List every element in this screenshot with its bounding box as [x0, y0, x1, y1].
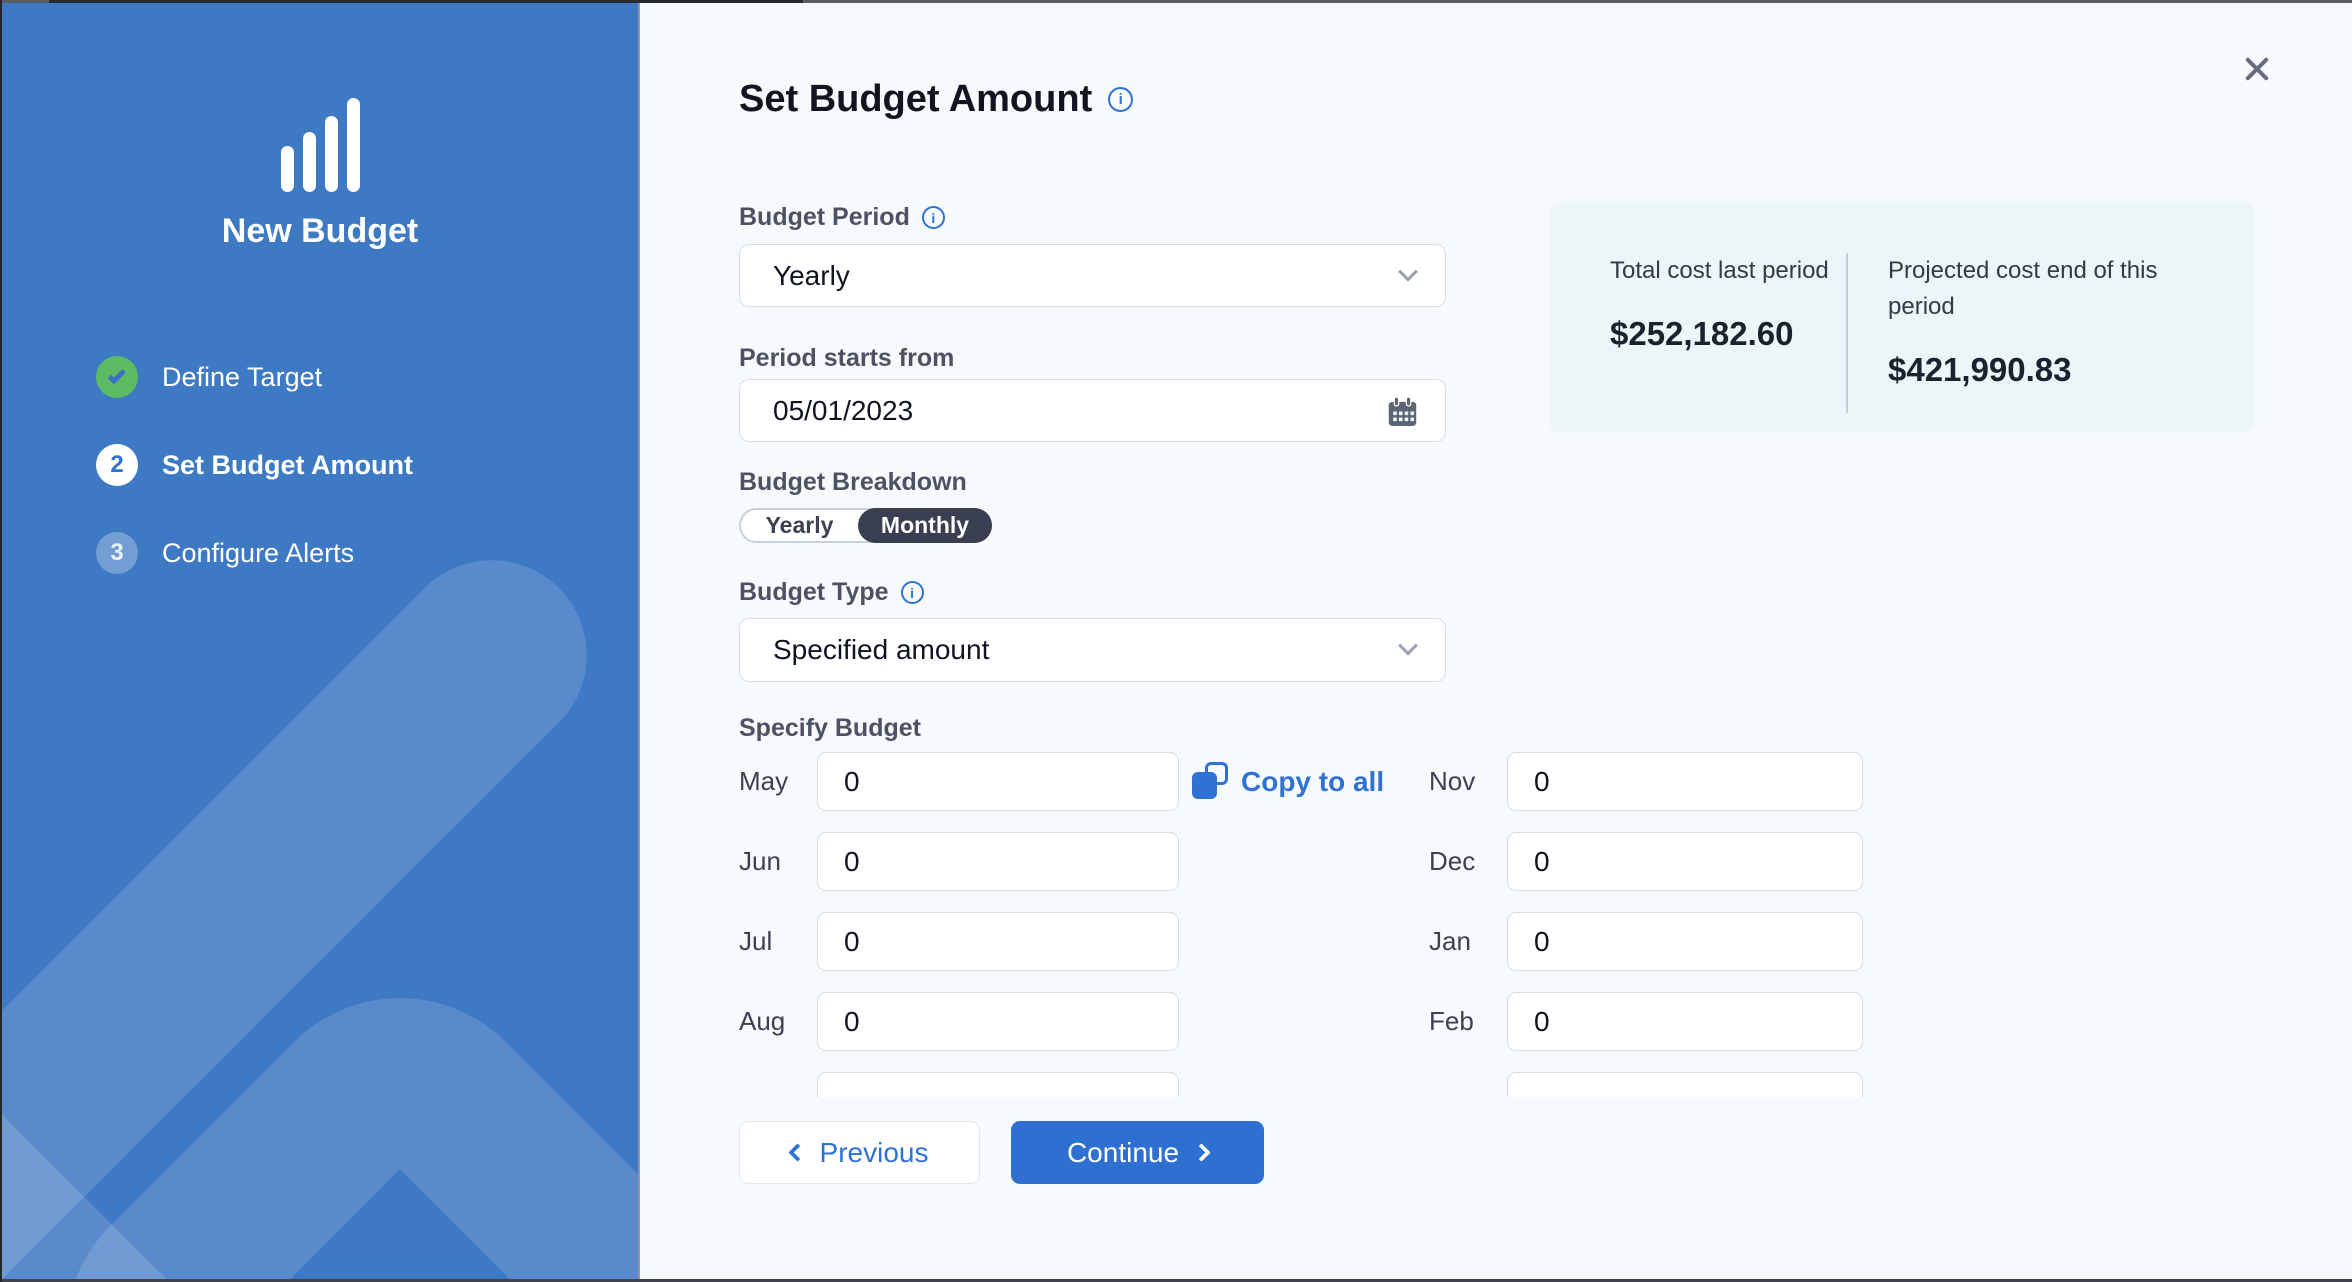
- month-budget-grid: May Jun Jul Aug: [739, 752, 1969, 1097]
- month-row: May: [739, 752, 1179, 811]
- budget-period-label: Budget Period: [739, 203, 910, 232]
- specify-budget-label: Specify Budget: [739, 714, 921, 743]
- wizard-sidebar: New Budget Define Target 2 Set Budget Am…: [0, 0, 640, 1282]
- wizard-title: New Budget: [0, 212, 640, 251]
- cost-summary-card: Total cost last period $252,182.60 Proje…: [1550, 203, 2254, 432]
- previous-button-label: Previous: [820, 1137, 929, 1169]
- chevron-right-icon: [1192, 1143, 1210, 1161]
- step-define-target[interactable]: Define Target: [96, 356, 413, 398]
- close-icon[interactable]: [2240, 52, 2274, 86]
- month-row: Jun: [739, 832, 1179, 891]
- month-amount-input[interactable]: [817, 1072, 1179, 1097]
- copy-to-all-button[interactable]: Copy to all: [1192, 762, 1384, 802]
- budget-type-select[interactable]: Specified amount: [739, 618, 1446, 682]
- budget-type-label: Budget Type: [739, 578, 889, 607]
- budget-wizard-modal: New Budget Define Target 2 Set Budget Am…: [0, 0, 2352, 1282]
- month-row: Jul: [739, 912, 1179, 971]
- chevron-down-icon: [1398, 261, 1418, 281]
- copy-to-all-label: Copy to all: [1241, 766, 1384, 798]
- info-icon[interactable]: i: [1108, 87, 1133, 112]
- month-label: May: [739, 766, 817, 797]
- month-label: Dec: [1429, 846, 1507, 877]
- step-set-budget-amount[interactable]: 2 Set Budget Amount: [96, 444, 413, 486]
- step-label: Set Budget Amount: [162, 450, 413, 481]
- month-label: Nov: [1429, 766, 1507, 797]
- chevron-left-icon: [788, 1143, 806, 1161]
- month-row: Jan: [1429, 912, 1863, 971]
- copy-icon: [1192, 762, 1228, 802]
- month-row-clipped: [739, 1072, 1179, 1097]
- month-row: Dec: [1429, 832, 1863, 891]
- bar-chart-logo-icon: [0, 96, 640, 192]
- continue-button[interactable]: Continue: [1011, 1121, 1264, 1184]
- month-amount-input-dec[interactable]: [1507, 832, 1863, 891]
- month-label: Jul: [739, 926, 817, 957]
- month-amount-input-feb[interactable]: [1507, 992, 1863, 1051]
- budget-type-value: Specified amount: [773, 634, 989, 666]
- month-amount-input-jul[interactable]: [817, 912, 1179, 971]
- month-amount-input-jun[interactable]: [817, 832, 1179, 891]
- month-amount-input[interactable]: [1507, 1072, 1863, 1097]
- calendar-icon[interactable]: [1386, 394, 1419, 436]
- main-panel: Set Budget Amount i Total cost last peri…: [642, 0, 2352, 1282]
- page-title: Set Budget Amount: [739, 78, 1092, 121]
- month-amount-input-nov[interactable]: [1507, 752, 1863, 811]
- summary-divider: [1846, 253, 1848, 413]
- step-label: Define Target: [162, 362, 322, 393]
- step-complete-check-icon: [96, 356, 138, 398]
- total-cost-value: $252,182.60: [1610, 315, 1846, 353]
- total-cost-label: Total cost last period: [1610, 253, 1846, 289]
- info-icon[interactable]: i: [922, 206, 945, 229]
- period-starts-label: Period starts from: [739, 344, 954, 373]
- step-number-badge: 2: [96, 444, 138, 486]
- screen-top-edge-dark: [49, 0, 803, 3]
- info-icon[interactable]: i: [901, 581, 924, 604]
- period-start-date-value: 05/01/2023: [773, 395, 913, 427]
- month-label: Aug: [739, 1006, 817, 1037]
- month-label: Jan: [1429, 926, 1507, 957]
- projected-cost-value: $421,990.83: [1888, 351, 2218, 389]
- step-label: Configure Alerts: [162, 538, 354, 569]
- previous-button[interactable]: Previous: [739, 1121, 980, 1184]
- month-row: Nov: [1429, 752, 1863, 811]
- breakdown-option-monthly[interactable]: Monthly: [858, 508, 992, 543]
- month-row: Aug: [739, 992, 1179, 1051]
- screen-left-edge: [0, 0, 2, 1282]
- budget-breakdown-toggle: Yearly Monthly: [739, 508, 992, 543]
- continue-button-label: Continue: [1067, 1137, 1179, 1169]
- period-start-date-input[interactable]: 05/01/2023: [739, 379, 1446, 442]
- breakdown-option-yearly[interactable]: Yearly: [741, 510, 858, 541]
- budget-period-value: Yearly: [773, 260, 850, 292]
- month-column-left: May Jun Jul Aug: [739, 752, 1179, 1097]
- chevron-down-icon: [1398, 636, 1418, 656]
- month-amount-input-jan[interactable]: [1507, 912, 1863, 971]
- step-number-badge: 3: [96, 532, 138, 574]
- month-amount-input-aug[interactable]: [817, 992, 1179, 1051]
- projected-cost-label: Projected cost end of this period: [1888, 253, 2218, 325]
- month-label: Jun: [739, 846, 817, 877]
- month-row: Feb: [1429, 992, 1863, 1051]
- month-column-right: Nov Dec Jan Feb: [1429, 752, 1863, 1097]
- budget-breakdown-label: Budget Breakdown: [739, 468, 967, 497]
- wizard-footer: Previous Continue: [739, 1121, 1264, 1184]
- month-row-clipped: [1429, 1072, 1863, 1097]
- brand-watermark: [0, 0, 638, 1282]
- budget-period-select[interactable]: Yearly: [739, 244, 1446, 307]
- wizard-steps: Define Target 2 Set Budget Amount 3 Conf…: [96, 356, 413, 620]
- month-label: Feb: [1429, 1006, 1507, 1037]
- month-amount-input-may[interactable]: [817, 752, 1179, 811]
- step-configure-alerts[interactable]: 3 Configure Alerts: [96, 532, 413, 574]
